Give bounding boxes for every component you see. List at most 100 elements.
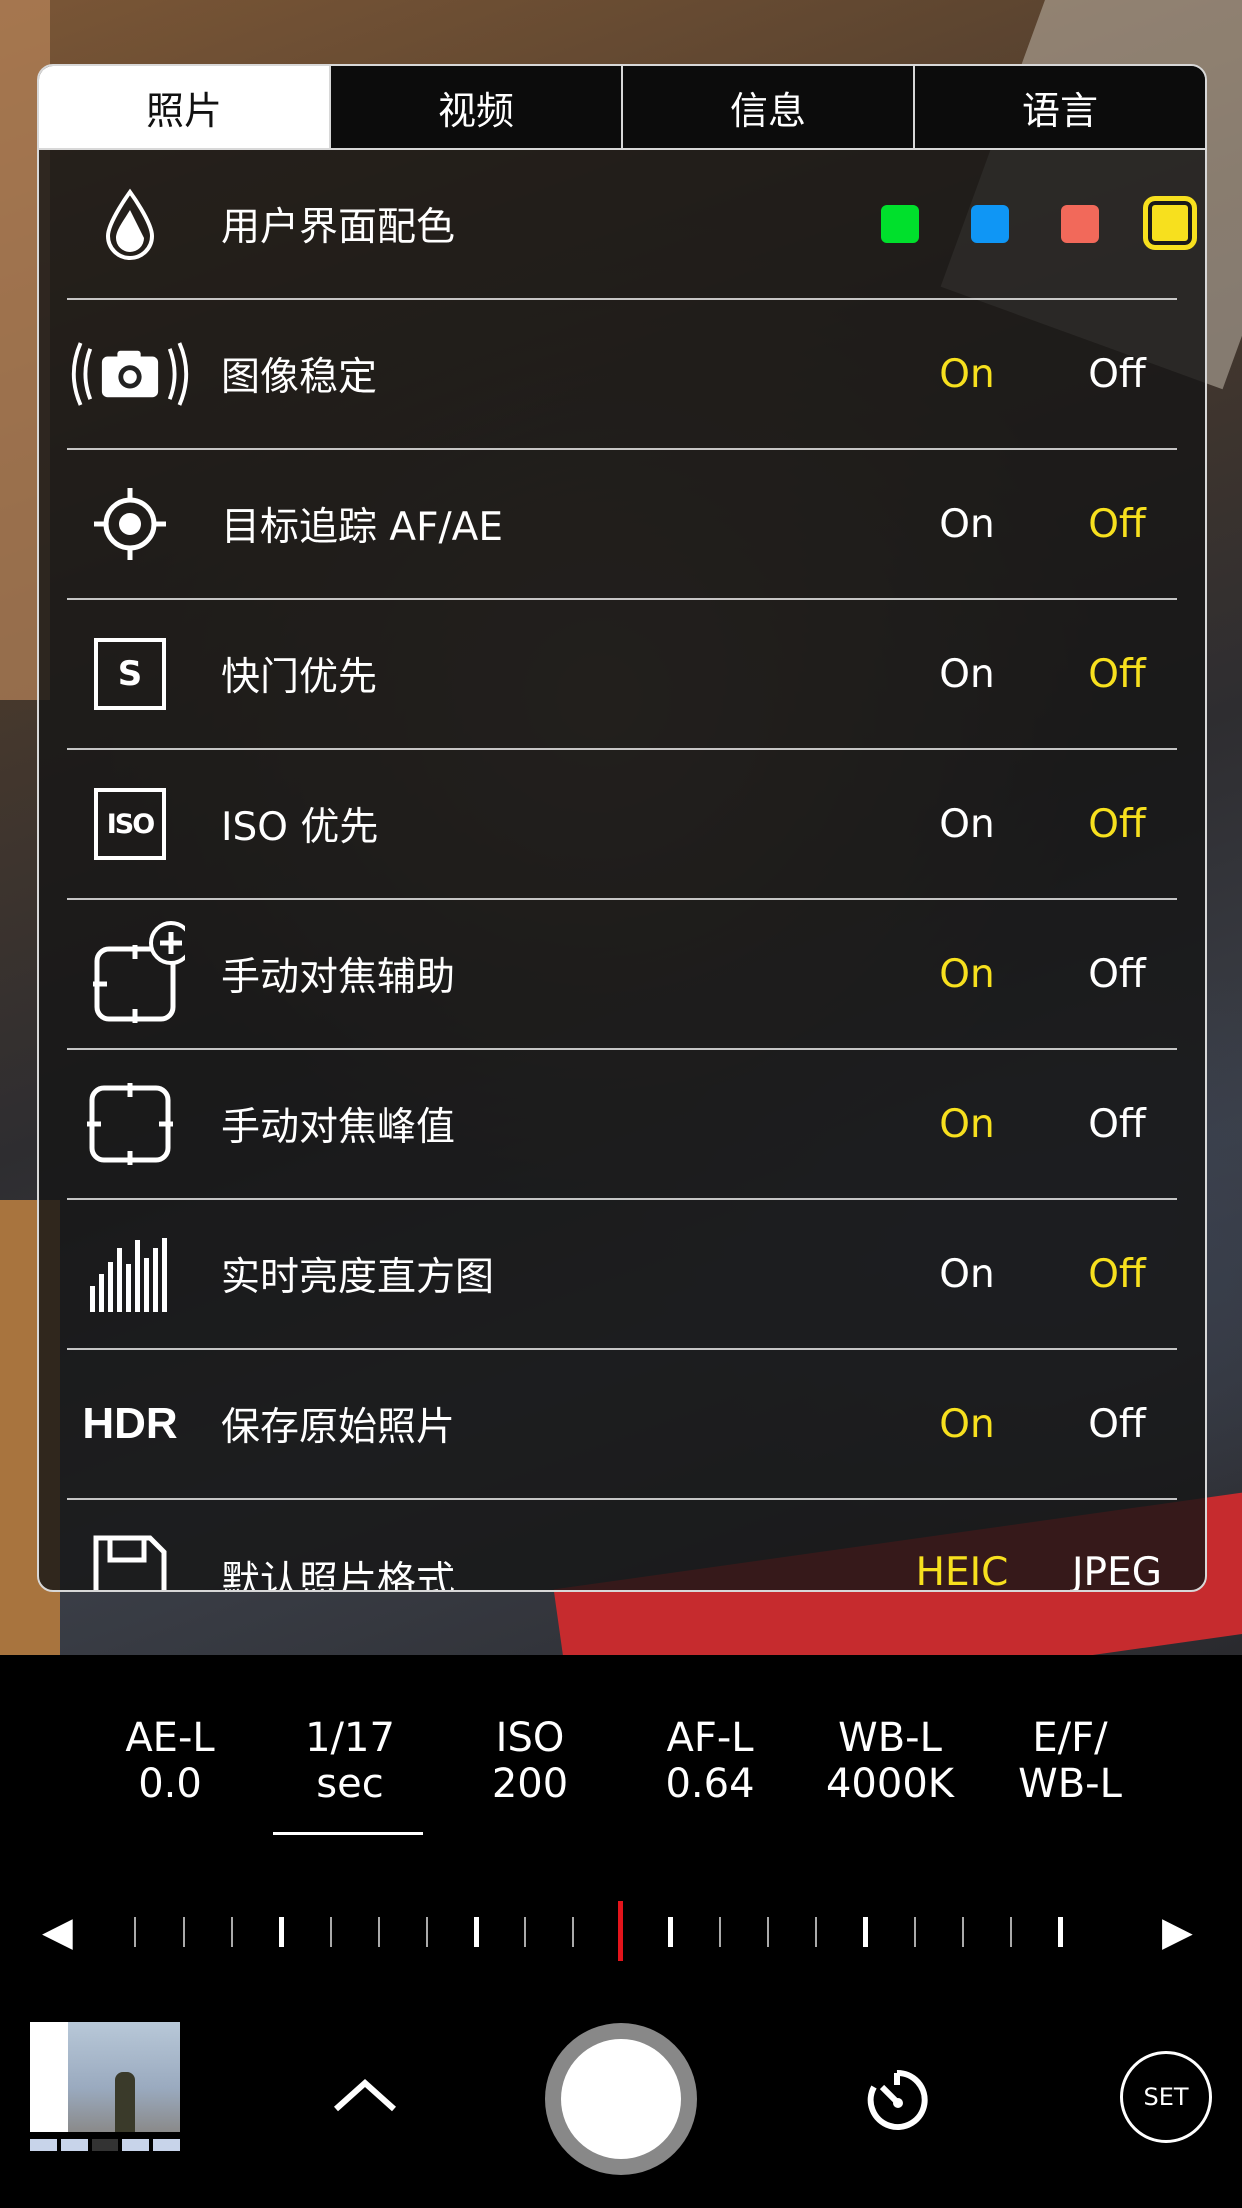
setting-label: 默认照片格式 (221, 1559, 456, 1592)
thumbnail-strip (30, 2139, 180, 2151)
setting-row-photo-format: 默认照片格式 HEIC JPEG (67, 1500, 1177, 1592)
crosshair-icon (67, 450, 193, 598)
on-option[interactable]: On (907, 1402, 1027, 1447)
param-line2: 200 (491, 1761, 569, 1807)
setting-row-focus-assist: 手动对焦辅助 On Off (67, 900, 1177, 1050)
value-slider[interactable]: ◀ ▶ (0, 1885, 1242, 1985)
focus-peaking-icon (67, 1050, 193, 1198)
on-option[interactable]: On (907, 1102, 1027, 1147)
setting-row-tracking-af-ae: 目标追踪 AF/AE On Off (67, 450, 1177, 600)
param-line1: AE-L (125, 1715, 215, 1761)
on-option[interactable]: On (907, 502, 1027, 547)
param-efwb-lock[interactable]: E/F/ WB-L (990, 1715, 1150, 1807)
slider-right-arrow[interactable]: ▶ (1162, 1909, 1193, 1955)
tab-photo[interactable]: 照片 (39, 66, 329, 148)
active-param-underline (273, 1832, 423, 1835)
slider-tick (767, 1917, 769, 1947)
param-iso[interactable]: ISO 200 (450, 1715, 610, 1807)
setting-label: 目标追踪 AF/AE (221, 505, 503, 550)
param-line1: ISO (495, 1715, 565, 1761)
setting-label: 保存原始照片 (221, 1405, 456, 1450)
slider-current-indicator (618, 1901, 623, 1961)
param-line1: 1/17 (305, 1715, 395, 1761)
save-icon (67, 1500, 193, 1590)
tab-video[interactable]: 视频 (329, 66, 621, 148)
param-line1: AF-L (666, 1715, 754, 1761)
on-option[interactable]: On (907, 352, 1027, 397)
on-option[interactable]: On (907, 952, 1027, 997)
color-swatch-red[interactable] (1061, 205, 1099, 243)
hdr-icon-text: HDR (82, 1399, 178, 1448)
shutter-priority-icon: S (67, 600, 193, 748)
off-option[interactable]: Off (1057, 952, 1177, 997)
slider-tick (378, 1917, 380, 1947)
settings-tabs: 照片 视频 信息 语言 (39, 66, 1205, 150)
setting-label: 手动对焦峰值 (221, 1105, 456, 1150)
shutter-button[interactable] (545, 2023, 697, 2175)
histogram-icon (67, 1200, 193, 1348)
param-line2: sec (316, 1761, 384, 1807)
slider-tick (815, 1917, 817, 1947)
timer-icon[interactable] (862, 2065, 932, 2135)
slider-tick (183, 1917, 185, 1947)
param-line2: 4000K (825, 1761, 955, 1807)
slider-tick-major (1058, 1917, 1063, 1947)
off-option[interactable]: Off (1057, 1252, 1177, 1297)
slider-tick (330, 1917, 332, 1947)
last-photo-thumbnail[interactable] (30, 2022, 180, 2132)
param-shutter-speed[interactable]: 1/17 sec (270, 1715, 430, 1807)
color-swatch-green[interactable] (881, 205, 919, 243)
param-line1: WB-L (838, 1715, 942, 1761)
slider-left-arrow[interactable]: ◀ (42, 1909, 73, 1955)
param-ae-lock[interactable]: AE-L 0.0 (90, 1715, 250, 1807)
chevron-up-icon[interactable] (330, 2075, 400, 2115)
settings-panel: 照片 视频 信息 语言 用户界面配色 图像稳定 On Off 目标追踪 AF/A… (37, 64, 1207, 1592)
param-line1: E/F/ (1032, 1715, 1108, 1761)
slider-tick (426, 1917, 428, 1947)
on-option[interactable]: On (907, 1252, 1027, 1297)
color-swatch-yellow-selected[interactable] (1143, 196, 1197, 250)
slider-tick-major (279, 1917, 284, 1947)
setting-label: 实时亮度直方图 (221, 1255, 495, 1300)
tab-language[interactable]: 语言 (913, 66, 1205, 148)
heic-option[interactable]: HEIC (877, 1550, 1047, 1590)
on-option[interactable]: On (907, 652, 1027, 697)
hdr-icon: HDR (67, 1350, 193, 1498)
tab-info[interactable]: 信息 (621, 66, 913, 148)
setting-row-ui-color: 用户界面配色 (67, 150, 1197, 300)
slider-tick-major (863, 1917, 868, 1947)
camera-stabilization-icon (67, 300, 193, 448)
setting-label: 手动对焦辅助 (221, 955, 456, 1000)
shutter-priority-icon-text: S (94, 638, 166, 710)
iso-priority-icon-text: ISO (94, 788, 166, 860)
off-option[interactable]: Off (1057, 802, 1177, 847)
thumbnail-subject (115, 2072, 135, 2132)
param-af-lock[interactable]: AF-L 0.64 (630, 1715, 790, 1807)
slider-tick (1010, 1917, 1012, 1947)
setting-label: ISO 优先 (221, 805, 379, 850)
on-option[interactable]: On (907, 802, 1027, 847)
jpeg-option[interactable]: JPEG (1047, 1550, 1187, 1590)
slider-tick (134, 1917, 136, 1947)
setting-label: 用户界面配色 (221, 205, 456, 250)
iso-priority-icon: ISO (67, 750, 193, 898)
off-option[interactable]: Off (1057, 502, 1177, 547)
focus-assist-icon (67, 900, 193, 1048)
off-option[interactable]: Off (1057, 652, 1177, 697)
param-wb-lock[interactable]: WB-L 4000K (810, 1715, 970, 1807)
param-line2: 0.0 (138, 1761, 202, 1807)
camera-controls: AE-L 0.0 1/17 sec ISO 200 AF-L 0.64 WB-L… (0, 1655, 1242, 2208)
setting-row-live-histogram: 实时亮度直方图 On Off (67, 1200, 1177, 1350)
slider-tick (572, 1917, 574, 1947)
param-line2: 0.64 (665, 1761, 755, 1807)
settings-button[interactable]: SET (1120, 2051, 1212, 2143)
color-swatch-blue[interactable] (971, 205, 1009, 243)
off-option[interactable]: Off (1057, 1402, 1177, 1447)
slider-tick (962, 1917, 964, 1947)
param-line2: WB-L (1018, 1761, 1122, 1807)
setting-label: 图像稳定 (221, 355, 378, 400)
off-option[interactable]: Off (1057, 1102, 1177, 1147)
setting-row-image-stabilization: 图像稳定 On Off (67, 300, 1177, 450)
slider-tick (719, 1917, 721, 1947)
off-option[interactable]: Off (1057, 352, 1177, 397)
